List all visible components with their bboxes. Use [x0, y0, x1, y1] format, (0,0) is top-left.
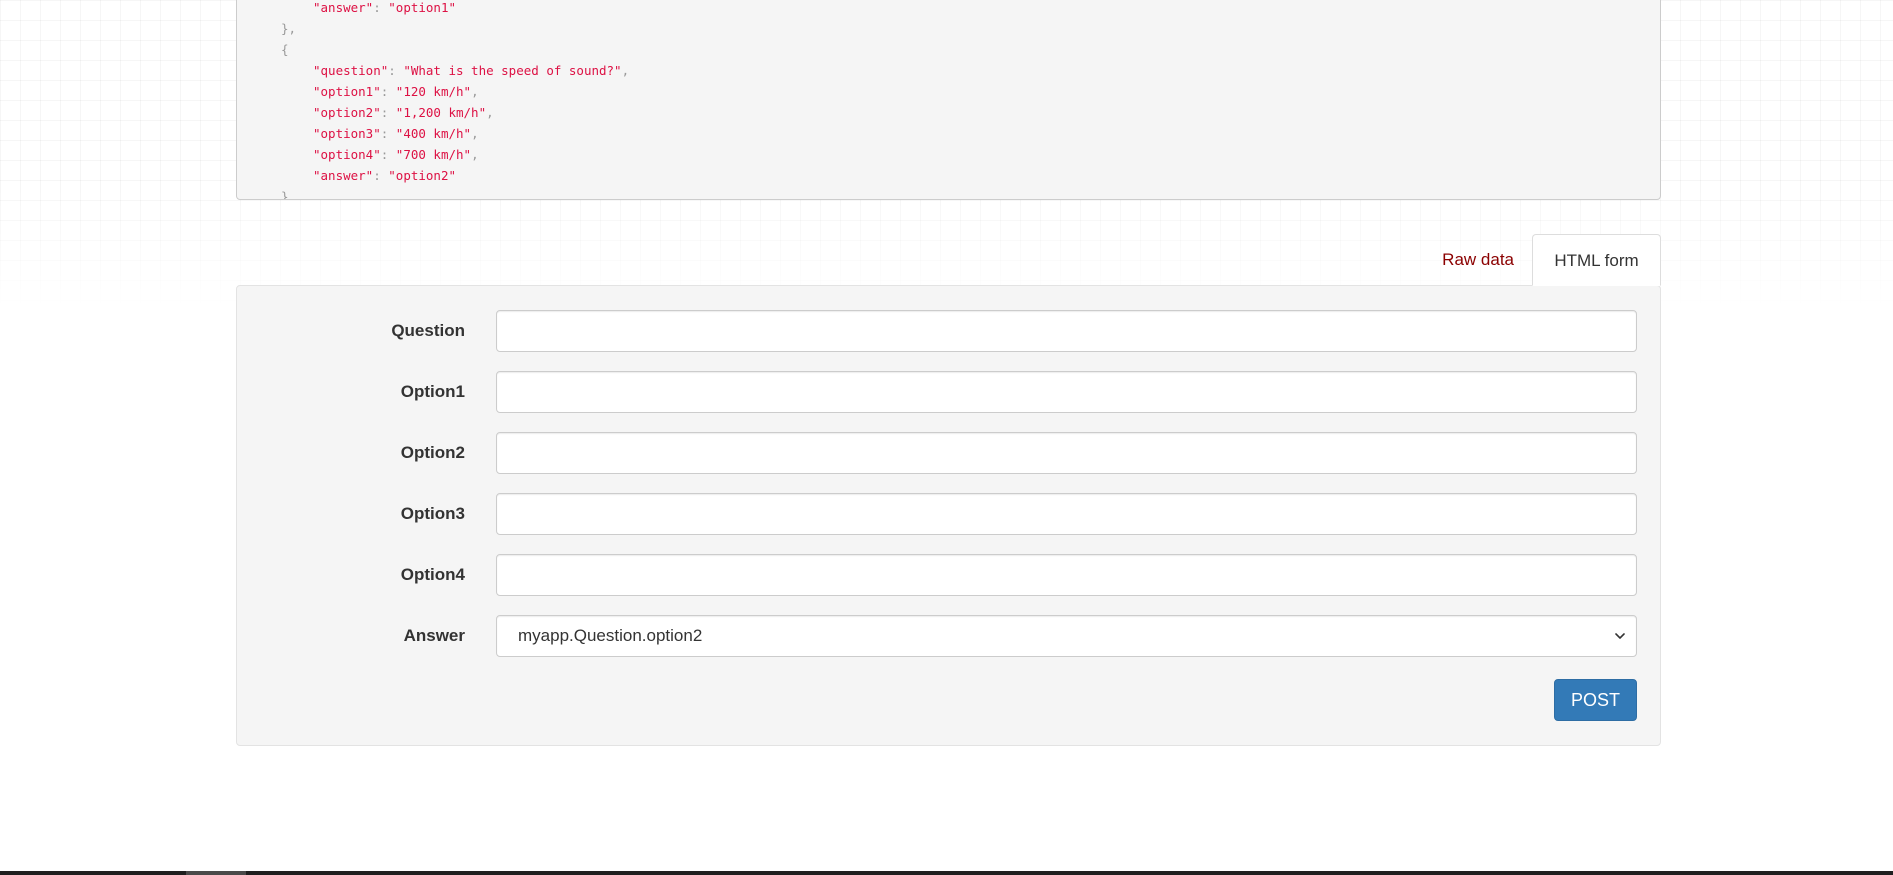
- json-key: "option2": [313, 105, 381, 120]
- json-separator: :: [380, 105, 396, 120]
- taskbar-item: [186, 871, 246, 875]
- response-line: "option3": "400 km/h",: [249, 123, 1648, 144]
- html-form-panel: Question Option1 Option2 Option3 Option4…: [236, 285, 1661, 746]
- response-line: },: [249, 18, 1648, 39]
- json-punctuation: ,: [471, 84, 479, 99]
- response-line: "question": "What is the speed of sound?…: [249, 60, 1648, 81]
- response-line: "answer": "option2": [249, 165, 1648, 186]
- option3-label: Option3: [400, 504, 465, 523]
- form-row-option2: Option2: [237, 432, 1660, 474]
- json-key: "answer": [313, 0, 374, 15]
- json-value: "What is the speed of sound?": [403, 63, 622, 78]
- json-key: "option4": [313, 147, 381, 162]
- json-punctuation: {: [281, 42, 289, 57]
- form-row-question: Question: [237, 310, 1660, 352]
- json-value: "option1": [388, 0, 457, 15]
- response-line: "option4": "700 km/h",: [249, 144, 1648, 165]
- json-key: "option1": [313, 84, 381, 99]
- response-line: "option2": "1,200 km/h",: [249, 102, 1648, 123]
- form-row-option4: Option4: [237, 554, 1660, 596]
- json-separator: :: [388, 63, 404, 78]
- chevron-down-icon: [1615, 633, 1625, 639]
- response-line: {: [249, 39, 1648, 60]
- response-content: "answer": "option1"}, { "question": "What …: [236, 0, 1661, 200]
- json-separator: :: [380, 126, 396, 141]
- response-line: "answer": "option1": [249, 0, 1648, 18]
- json-key: "option3": [313, 126, 381, 141]
- tab-html-form[interactable]: HTML form: [1532, 234, 1661, 286]
- option3-input[interactable]: [496, 493, 1637, 535]
- question-label: Question: [391, 321, 465, 340]
- json-separator: :: [380, 84, 396, 99]
- answer-select[interactable]: myapp.Question.option2: [496, 615, 1637, 657]
- option2-label: Option2: [400, 443, 465, 462]
- json-separator: :: [373, 0, 389, 15]
- taskbar-strip: [0, 871, 1893, 875]
- form-tabs: Raw data HTML form: [236, 234, 1661, 286]
- json-punctuation: ,: [621, 63, 630, 78]
- option4-input[interactable]: [496, 554, 1637, 596]
- answer-label: Answer: [403, 626, 465, 645]
- json-separator: :: [373, 168, 389, 183]
- json-punctuation: }: [281, 189, 289, 200]
- json-value: "1,200 km/h": [395, 105, 487, 120]
- json-key: "question": [313, 63, 389, 78]
- answer-selected-value: myapp.Question.option2: [518, 626, 703, 645]
- json-value: "700 km/h": [395, 147, 472, 162]
- tab-raw-data[interactable]: Raw data: [1423, 234, 1533, 286]
- main-container: "answer": "option1"}, { "question": "What …: [236, 0, 1661, 746]
- post-button[interactable]: POST: [1554, 679, 1637, 721]
- question-input[interactable]: [496, 310, 1637, 352]
- json-punctuation: },: [281, 21, 297, 36]
- json-value: "120 km/h": [395, 84, 472, 99]
- json-punctuation: ,: [471, 126, 479, 141]
- response-line: "option1": "120 km/h",: [249, 81, 1648, 102]
- form-row-answer: Answer myapp.Question.option2: [237, 615, 1660, 657]
- json-key: "answer": [313, 168, 374, 183]
- json-separator: :: [380, 147, 396, 162]
- option1-label: Option1: [400, 382, 465, 401]
- form-row-option1: Option1: [237, 371, 1660, 413]
- response-line: }: [249, 186, 1648, 200]
- json-value: "option2": [388, 168, 457, 183]
- option1-input[interactable]: [496, 371, 1637, 413]
- form-row-option3: Option3: [237, 493, 1660, 535]
- option4-label: Option4: [400, 565, 465, 584]
- json-punctuation: ,: [471, 147, 479, 162]
- json-punctuation: ,: [486, 105, 494, 120]
- json-value: "400 km/h": [395, 126, 472, 141]
- option2-input[interactable]: [496, 432, 1637, 474]
